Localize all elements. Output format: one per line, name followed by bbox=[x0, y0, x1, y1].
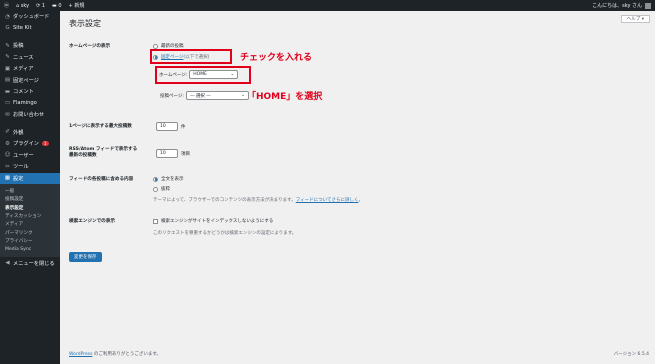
submenu-permalinks[interactable]: パーマリンク bbox=[0, 228, 60, 236]
menu-item-tools[interactable]: ✂ ツール bbox=[0, 161, 60, 173]
submenu-reading[interactable]: 表示設定 bbox=[0, 204, 60, 212]
dashboard-icon: ◔ bbox=[5, 13, 10, 20]
radio-button[interactable] bbox=[153, 176, 158, 182]
appearance-icon: ✐ bbox=[5, 129, 10, 136]
menu-item-dashboard[interactable]: ◔ ダッシュボード bbox=[0, 11, 60, 23]
site-name-link[interactable]: ⌂ sky bbox=[16, 3, 29, 9]
feed-items-input[interactable]: 10 bbox=[156, 149, 178, 158]
feed-items-row: 10 項目 bbox=[156, 149, 190, 158]
page-title: 表示設定 bbox=[69, 19, 101, 28]
postspage-select[interactable]: — 選択 — ⌄ bbox=[185, 91, 249, 100]
admin-sidebar: ◔ ダッシュボード G Site Kit ✎ 投稿 ✎ ニュース ▣ メディア ▤ 固定ペー… bbox=[0, 11, 60, 364]
menu-item-contact[interactable]: ✉ お問い合わせ bbox=[0, 109, 60, 121]
submenu-media[interactable]: メディア bbox=[0, 220, 60, 228]
menu-item-sitekit[interactable]: G Site Kit bbox=[0, 23, 60, 35]
search-engine-label: 検索エンジンでの表示 bbox=[69, 219, 115, 224]
new-content-link[interactable]: + 新規 bbox=[69, 2, 85, 9]
menu-item-flamingo[interactable]: ▭ Flamingo bbox=[0, 98, 60, 110]
radio-button[interactable] bbox=[153, 43, 158, 49]
annotation-select-home-text: 「HOME」を選択 bbox=[247, 92, 323, 102]
greeting-text: こんにちは、sky さん bbox=[592, 3, 642, 9]
main-content: 表示設定 ヘルプ ▾ ホームページの表示 最新の投稿 固定ページ (以下で選択)… bbox=[60, 11, 655, 364]
plugin-update-badge: 1 bbox=[41, 141, 49, 147]
radio-button[interactable] bbox=[153, 186, 158, 192]
pin-icon: ✎ bbox=[5, 54, 10, 61]
menu-item-users[interactable]: ☺ ユーザー bbox=[0, 150, 60, 162]
save-changes-button[interactable]: 変更を保存 bbox=[69, 252, 102, 262]
noindex-checkbox[interactable] bbox=[153, 218, 158, 224]
radio-full-text[interactable]: 全文を表示 bbox=[153, 176, 184, 182]
annotation-check-text: チェックを入れる bbox=[240, 53, 313, 63]
menu-item-pages[interactable]: ▤ 固定ページ bbox=[0, 75, 60, 87]
admin-bar: ⓦ ⌂ sky ⟳ 1 ▬ 0 + 新規 こんにちは、sky さん bbox=[0, 0, 655, 11]
avatar bbox=[645, 2, 651, 9]
wordpress-link[interactable]: WordPress bbox=[69, 352, 92, 357]
footer-thanks: WordPress のご利用ありがとうございます。 bbox=[69, 352, 161, 357]
collapse-menu-button[interactable]: ◀ メニューを閉じる bbox=[0, 257, 60, 269]
tool-icon: ✂ bbox=[5, 163, 10, 170]
menu-item-appearance[interactable]: ✐ 外観 bbox=[0, 127, 60, 139]
feed-content-label: フィードの各投稿に含める内容 bbox=[69, 177, 134, 182]
account-menu[interactable]: こんにちは、sky さん bbox=[592, 2, 651, 9]
homepage-display-label: ホームページの表示 bbox=[69, 44, 111, 49]
wordpress-logo-icon[interactable]: ⓦ bbox=[4, 2, 9, 9]
mail-icon: ✉ bbox=[5, 111, 10, 118]
settings-submenu: 一般 投稿設定 表示設定 ディスカッション メディア パーマリンク プライバシー… bbox=[0, 184, 60, 258]
pin-icon: ✎ bbox=[5, 42, 10, 49]
feed-content-note: テーマによって、ブラウザーでのコンテンツの表示方法が決まります。 フィードについて… bbox=[153, 197, 363, 203]
posts-per-page-label: 1ページに表示する最大投稿数 bbox=[69, 124, 132, 129]
submenu-general[interactable]: 一般 bbox=[0, 187, 60, 195]
page-icon: ▤ bbox=[4, 77, 11, 84]
postspage-select-row: 投稿ページ: — 選択 — ⌄ bbox=[160, 91, 249, 100]
submenu-media-sync[interactable]: Media Sync bbox=[0, 245, 60, 253]
media-icon: ▣ bbox=[4, 65, 11, 72]
search-engine-note: このリクエストを尊重するかどうかは検索エンジンの設定によります。 bbox=[153, 231, 297, 236]
chevron-down-icon: ⌄ bbox=[241, 93, 245, 98]
submenu-privacy[interactable]: プライバシー bbox=[0, 237, 60, 245]
help-tab-button[interactable]: ヘルプ ▾ bbox=[620, 15, 650, 23]
submenu-discussion[interactable]: ディスカッション bbox=[0, 212, 60, 220]
menu-item-news[interactable]: ✎ ニュース bbox=[0, 52, 60, 64]
submenu-writing[interactable]: 投稿設定 bbox=[0, 195, 60, 203]
settings-icon: ▦ bbox=[4, 175, 11, 182]
annotation-box-home bbox=[155, 66, 251, 84]
footer-version: バージョン 6.5.4 bbox=[613, 352, 649, 357]
sitekit-icon: G bbox=[5, 25, 10, 32]
comments-link[interactable]: ▬ 0 bbox=[52, 3, 62, 9]
collapse-icon: ◀ bbox=[5, 260, 10, 267]
posts-per-page-input[interactable]: 10 bbox=[156, 122, 178, 131]
menu-item-comments[interactable]: ▬ コメント bbox=[0, 86, 60, 98]
noindex-checkbox-row[interactable]: 検索エンジンがサイトをインデックスしないようにする bbox=[153, 218, 273, 224]
menu-item-settings[interactable]: ▦ 設定 bbox=[0, 172, 60, 184]
radio-excerpt[interactable]: 抜粋 bbox=[153, 186, 170, 192]
menu-item-media[interactable]: ▣ メディア bbox=[0, 63, 60, 75]
menu-item-posts[interactable]: ✎ 投稿 bbox=[0, 40, 60, 52]
feed-items-label: RSS/Atom フィードで表示する 最新の投稿数 bbox=[69, 147, 138, 158]
posts-per-page-row: 10 件 bbox=[156, 122, 186, 131]
flamingo-icon: ▭ bbox=[4, 100, 11, 107]
menu-item-plugins[interactable]: ⚙ プラグイン 1 bbox=[0, 138, 60, 150]
plugin-icon: ⚙ bbox=[5, 140, 10, 147]
feed-docs-link[interactable]: フィードについてさらに詳しく bbox=[296, 197, 359, 203]
user-icon: ☺ bbox=[4, 152, 11, 159]
annotation-box-check bbox=[150, 49, 232, 64]
updates-link[interactable]: ⟳ 1 bbox=[36, 3, 45, 9]
comment-icon: ▬ bbox=[4, 88, 11, 95]
